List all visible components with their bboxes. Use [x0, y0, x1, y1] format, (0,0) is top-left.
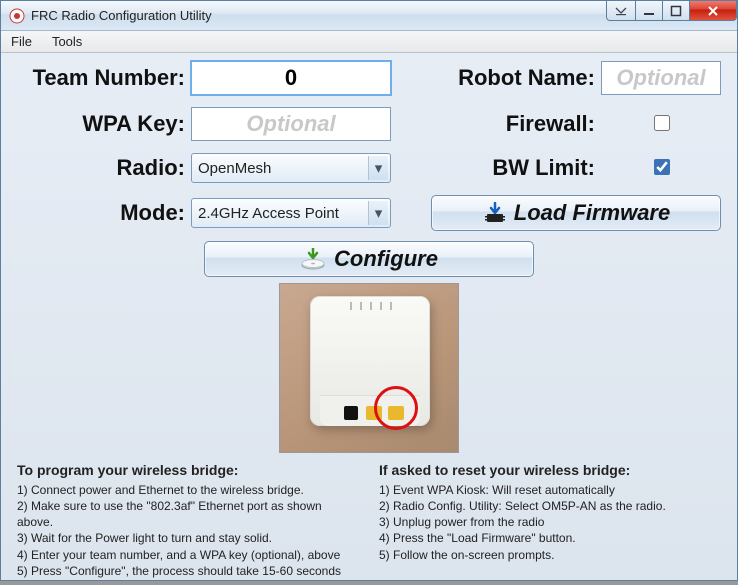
titlebar: FRC Radio Configuration Utility [1, 1, 737, 31]
left-step-4: 4) Enter your team number, and a WPA key… [17, 547, 359, 563]
highlight-circle-icon [374, 386, 418, 430]
download-chip-icon [482, 202, 508, 224]
help-button[interactable] [606, 1, 636, 21]
bw-limit-checkbox[interactable] [654, 159, 670, 175]
instructions-right: If asked to reset your wireless bridge: … [379, 461, 721, 579]
firewall-label: Firewall: [431, 111, 601, 137]
bw-limit-label: BW Limit: [431, 155, 601, 181]
radio-select[interactable]: OpenMesh ▾ [191, 153, 391, 183]
configure-button[interactable]: Configure [204, 241, 534, 277]
minimize-button[interactable] [635, 1, 663, 21]
mode-select[interactable]: 2.4GHz Access Point ▾ [191, 198, 391, 228]
close-button[interactable] [689, 1, 737, 21]
right-step-1: 1) Event WPA Kiosk: Will reset automatic… [379, 482, 721, 498]
wpa-key-input[interactable] [191, 107, 391, 141]
mode-label: Mode: [11, 200, 191, 226]
form-grid: Team Number: Robot Name: WPA Key: Firewa… [11, 61, 727, 231]
load-firmware-label: Load Firmware [514, 200, 670, 226]
content-area: Team Number: Robot Name: WPA Key: Firewa… [1, 53, 737, 585]
firewall-checkbox[interactable] [654, 115, 670, 131]
team-number-input[interactable] [191, 61, 391, 95]
chevron-down-icon: ▾ [368, 201, 388, 225]
left-step-1: 1) Connect power and Ethernet to the wir… [17, 482, 359, 498]
left-step-2: 2) Make sure to use the "802.3af" Ethern… [17, 498, 359, 530]
robot-name-input[interactable] [601, 61, 721, 95]
left-step-3: 3) Wait for the Power light to turn and … [17, 530, 359, 546]
right-step-3: 3) Unplug power from the radio [379, 514, 721, 530]
robot-name-label: Robot Name: [431, 65, 601, 91]
app-icon [9, 8, 25, 24]
window-title: FRC Radio Configuration Utility [31, 8, 212, 23]
menu-file[interactable]: File [1, 32, 42, 51]
left-step-5: 5) Press "Configure", the process should… [17, 563, 359, 579]
device-photo [279, 283, 459, 453]
radio-select-value: OpenMesh [198, 160, 271, 177]
maximize-button[interactable] [662, 1, 690, 21]
load-firmware-button[interactable]: Load Firmware [431, 195, 721, 231]
window-controls [607, 1, 737, 21]
download-disk-icon [300, 248, 326, 270]
right-step-5: 5) Follow the on-screen prompts. [379, 547, 721, 563]
left-heading: To program your wireless bridge: [17, 461, 359, 480]
chevron-down-icon: ▾ [368, 156, 388, 180]
right-step-4: 4) Press the "Load Firmware" button. [379, 530, 721, 546]
mode-select-value: 2.4GHz Access Point [198, 205, 339, 222]
radio-label: Radio: [11, 155, 191, 181]
menubar: File Tools [1, 31, 737, 53]
wpa-key-label: WPA Key: [11, 111, 191, 137]
configure-label: Configure [334, 246, 438, 272]
power-port [344, 406, 358, 420]
router-body [310, 296, 430, 426]
menu-tools[interactable]: Tools [42, 32, 92, 51]
app-window: FRC Radio Configuration Utility File Too… [0, 0, 738, 581]
team-number-label: Team Number: [11, 65, 191, 91]
right-step-2: 2) Radio Config. Utility: Select OM5P-AN… [379, 498, 721, 514]
right-heading: If asked to reset your wireless bridge: [379, 461, 721, 480]
instructions-left: To program your wireless bridge: 1) Conn… [17, 461, 359, 579]
instructions: To program your wireless bridge: 1) Conn… [11, 461, 727, 579]
